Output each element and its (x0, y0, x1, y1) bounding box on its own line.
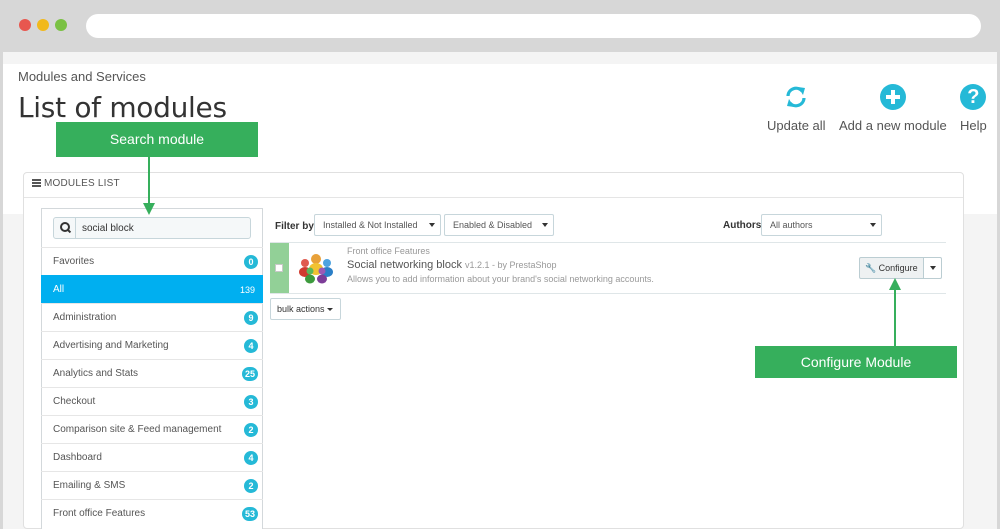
add-new-module-label: Add a new module (839, 118, 947, 133)
category-label: Checkout (53, 396, 96, 407)
help-label: Help (960, 118, 987, 133)
update-all-button[interactable]: Update all (767, 84, 826, 133)
address-bar[interactable] (86, 14, 981, 38)
configure-label: Configure (878, 263, 918, 273)
category-count-badge: 3 (244, 395, 258, 409)
category-item[interactable]: All 139 (41, 275, 263, 303)
category-item[interactable]: Administration 9 (41, 303, 263, 331)
module-row: Front office Features Social networking … (270, 242, 946, 294)
category-count-badge: 0 (244, 255, 258, 269)
category-count-badge: 2 (244, 479, 258, 493)
category-count-badge: 4 (244, 451, 258, 465)
bulk-actions-button[interactable]: bulk actions (270, 298, 341, 320)
category-label: Dashboard (53, 452, 102, 463)
category-item[interactable]: Checkout 3 (41, 387, 263, 415)
module-search-box (53, 217, 251, 239)
search-module-callout: Search module (56, 122, 258, 157)
browser-chrome (0, 0, 1000, 52)
module-select-checkbox[interactable] (275, 264, 283, 272)
module-category: Front office Features (347, 246, 430, 256)
update-all-label: Update all (767, 118, 826, 133)
install-status-select[interactable]: Installed & Not Installed (314, 214, 441, 236)
category-list: Favorites 0 All 139 Administration 9 Advertisi… (41, 247, 263, 527)
module-title: Social networking block v1.2.1 - by Pres… (347, 259, 557, 271)
category-count-badge: 139 (239, 285, 255, 295)
breadcrumb[interactable]: Modules and Services (18, 69, 146, 84)
category-item[interactable]: Favorites 0 (41, 247, 263, 275)
panel-heading-label: MODULES LIST (44, 178, 120, 189)
help-button[interactable]: ? Help (960, 84, 987, 133)
category-item[interactable]: Analytics and Stats 25 (41, 359, 263, 387)
refresh-icon (783, 84, 809, 110)
authors-label: Authors (723, 220, 762, 231)
module-version: v1.2.1 - by PrestaShop (465, 260, 557, 270)
category-item[interactable]: Dashboard 4 (41, 443, 263, 471)
category-label: Favorites (53, 256, 95, 267)
enabled-status-value: Enabled & Disabled (453, 220, 533, 230)
category-sidebar: Favorites 0 All 139 Administration 9 Advertisi… (41, 208, 263, 529)
plus-circle-icon (879, 84, 906, 110)
close-window-dot[interactable] (19, 19, 31, 31)
configure-module-callout: Configure Module (755, 346, 957, 378)
authors-value: All authors (770, 220, 813, 230)
chevron-down-icon (870, 223, 876, 227)
category-count-badge: 9 (244, 311, 258, 325)
category-count-badge: 2 (244, 423, 258, 437)
minimize-window-dot[interactable] (37, 19, 49, 31)
wrench-icon: 🔧 (865, 263, 877, 273)
panel-heading: MODULES LIST (32, 178, 120, 189)
social-networking-logo-icon (295, 252, 337, 284)
category-count-badge: 53 (241, 507, 258, 521)
category-item[interactable]: Advertising and Marketing 4 (41, 331, 263, 359)
category-label: Front office Features (53, 508, 146, 519)
list-icon (32, 179, 41, 187)
configure-button[interactable]: 🔧 Configure (859, 257, 924, 279)
module-description: Allows you to add information about your… (347, 274, 654, 284)
chevron-down-icon (542, 223, 548, 227)
installed-marker (270, 243, 289, 293)
category-label: Administration (53, 312, 117, 323)
caret-down-icon (327, 308, 333, 311)
category-item[interactable]: Emailing & SMS 2 (41, 471, 263, 499)
authors-select[interactable]: All authors (761, 214, 882, 236)
module-search-input[interactable] (77, 218, 249, 238)
filter-by-label: Filter by (275, 221, 314, 232)
category-count-badge: 25 (241, 367, 258, 381)
bulk-actions-label: bulk actions (277, 304, 325, 314)
maximize-window-dot[interactable] (55, 19, 67, 31)
category-label: Emailing & SMS (53, 480, 126, 491)
category-label: Comparison site & Feed management (53, 424, 222, 435)
category-label: Advertising and Marketing (53, 340, 169, 351)
category-count-badge: 4 (244, 339, 258, 353)
question-circle-icon: ? (960, 84, 987, 110)
search-icon (54, 218, 76, 238)
add-new-module-button[interactable]: Add a new module (839, 84, 947, 133)
category-item[interactable]: Front office Features 53 (41, 499, 263, 527)
module-name-text: Social networking block (347, 259, 462, 271)
category-label: All (53, 284, 65, 295)
panel-divider (24, 197, 963, 198)
page-title: List of modules (18, 91, 227, 124)
install-status-value: Installed & Not Installed (323, 220, 418, 230)
configure-dropdown-toggle[interactable] (923, 257, 942, 279)
enabled-status-select[interactable]: Enabled & Disabled (444, 214, 554, 236)
category-item[interactable]: Comparison site & Feed management 2 (41, 415, 263, 443)
category-label: Analytics and Stats (53, 368, 139, 379)
chevron-down-icon (429, 223, 435, 227)
